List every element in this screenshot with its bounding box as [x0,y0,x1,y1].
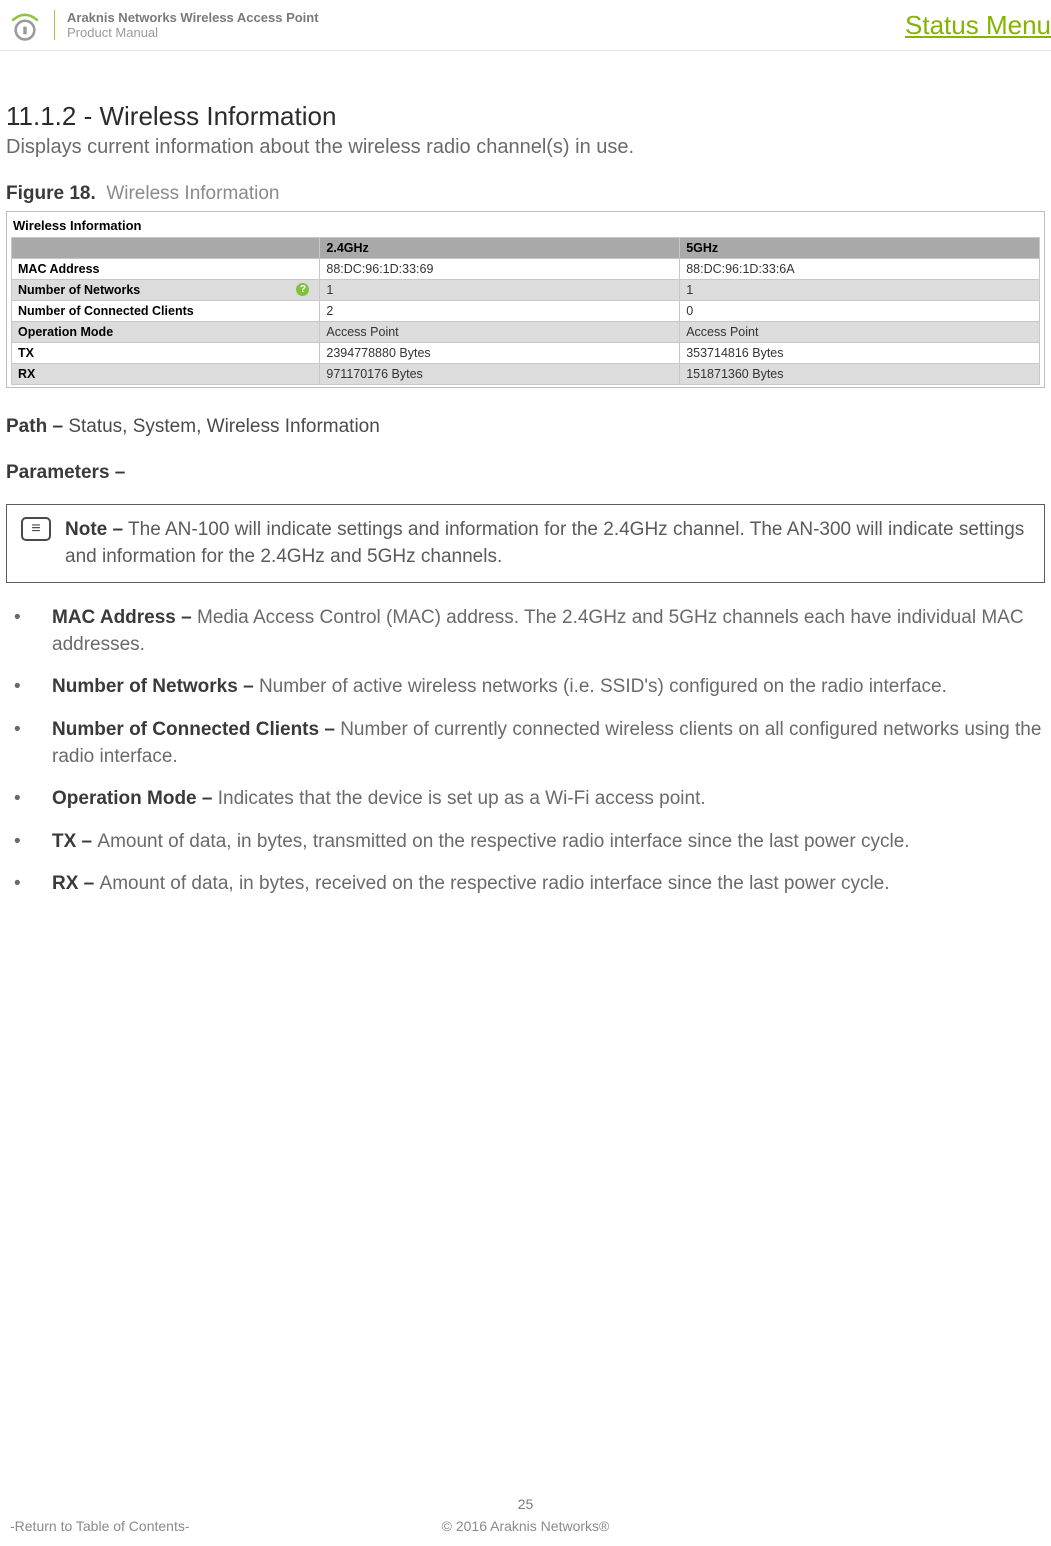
path-label: Path – [6,416,63,437]
table-header-5ghz: 5GHz [680,238,1040,259]
note-box: ≡ Note – The AN-100 will indicate settin… [6,504,1045,583]
figure-caption: Figure 18. Wireless Information [6,183,1045,205]
return-toc-link[interactable]: -Return to Table of Contents- [10,1518,190,1534]
row-label: Number of Connected Clients [12,301,320,322]
cell-24ghz: 2 [320,301,680,322]
row-label: Number of Networks? [12,280,320,301]
page-content: 11.1.2 - Wireless Information Displays c… [0,51,1051,898]
row-label: Operation Mode [12,322,320,343]
param-desc: Media Access Control (MAC) address. The … [52,607,1024,655]
wireless-info-screenshot: Wireless Information 2.4GHz 5GHz MAC Add… [6,211,1045,388]
header-divider [54,10,55,40]
list-item: Operation Mode – Indicates that the devi… [34,786,1045,813]
table-row: Operation ModeAccess PointAccess Point [12,322,1040,343]
status-menu-link[interactable]: Status Menu [905,10,1051,41]
param-term: MAC Address – [52,607,197,628]
cell-5ghz: Access Point [680,322,1040,343]
header-title: Araknis Networks Wireless Access Point [67,10,319,25]
table-row: RX971170176 Bytes151871360 Bytes [12,364,1040,385]
list-item: Number of Networks – Number of active wi… [34,674,1045,701]
section-subtitle: Displays current information about the w… [6,136,1045,159]
param-term: Operation Mode – [52,788,218,809]
param-term: Number of Connected Clients – [52,719,340,740]
row-label: RX [12,364,320,385]
cell-24ghz: 2394778880 Bytes [320,343,680,364]
table-row: Number of Networks?11 [12,280,1040,301]
table-header-row: 2.4GHz 5GHz [12,238,1040,259]
note-text: Note – The AN-100 will indicate settings… [65,517,1032,570]
path-line: Path – Status, System, Wireless Informat… [6,416,1045,438]
note-icon: ≡ [21,517,51,541]
cell-5ghz: 88:DC:96:1D:33:6A [680,259,1040,280]
wireless-info-table: 2.4GHz 5GHz MAC Address88:DC:96:1D:33:69… [11,237,1040,385]
section-heading: 11.1.2 - Wireless Information [6,101,1045,132]
table-header-24ghz: 2.4GHz [320,238,680,259]
header-subtitle: Product Manual [67,25,319,40]
cell-5ghz: 353714816 Bytes [680,343,1040,364]
param-desc: Number of active wireless networks (i.e.… [259,676,947,697]
list-item: TX – Amount of data, in bytes, transmitt… [34,829,1045,856]
table-row: TX2394778880 Bytes353714816 Bytes [12,343,1040,364]
list-item: RX – Amount of data, in bytes, received … [34,871,1045,898]
list-item: Number of Connected Clients – Number of … [34,717,1045,770]
param-term: RX – [52,873,100,894]
cell-5ghz: 151871360 Bytes [680,364,1040,385]
row-label: TX [12,343,320,364]
page-footer: 25 -Return to Table of Contents- © 2016 … [0,1496,1051,1534]
cell-5ghz: 0 [680,301,1040,322]
param-desc: Indicates that the device is set up as a… [218,788,706,809]
cell-24ghz: Access Point [320,322,680,343]
table-row: Number of Connected Clients20 [12,301,1040,322]
param-desc: Amount of data, in bytes, transmitted on… [97,831,909,852]
param-desc: Amount of data, in bytes, received on th… [100,873,890,894]
copyright-text: © 2016 Araknis Networks® [442,1518,610,1534]
cell-24ghz: 971170176 Bytes [320,364,680,385]
param-term: TX – [52,831,97,852]
cell-24ghz: 1 [320,280,680,301]
cell-5ghz: 1 [680,280,1040,301]
panel-title: Wireless Information [11,216,1040,237]
parameters-list: MAC Address – Media Access Control (MAC)… [6,605,1045,898]
help-icon[interactable]: ? [296,283,309,296]
cell-24ghz: 88:DC:96:1D:33:69 [320,259,680,280]
table-row: MAC Address88:DC:96:1D:33:6988:DC:96:1D:… [12,259,1040,280]
list-item: MAC Address – Media Access Control (MAC)… [34,605,1045,658]
param-term: Number of Networks – [52,676,259,697]
parameters-heading: Parameters – [6,462,1045,484]
figure-label: Figure 18. [6,183,96,204]
page-number: 25 [0,1496,1051,1512]
row-label: MAC Address [12,259,320,280]
table-header-blank [12,238,320,259]
header-text: Araknis Networks Wireless Access Point P… [67,10,319,40]
brand-logo-icon [8,8,42,42]
path-value: Status, System, Wireless Information [68,416,380,437]
page-header: Araknis Networks Wireless Access Point P… [0,0,1051,48]
